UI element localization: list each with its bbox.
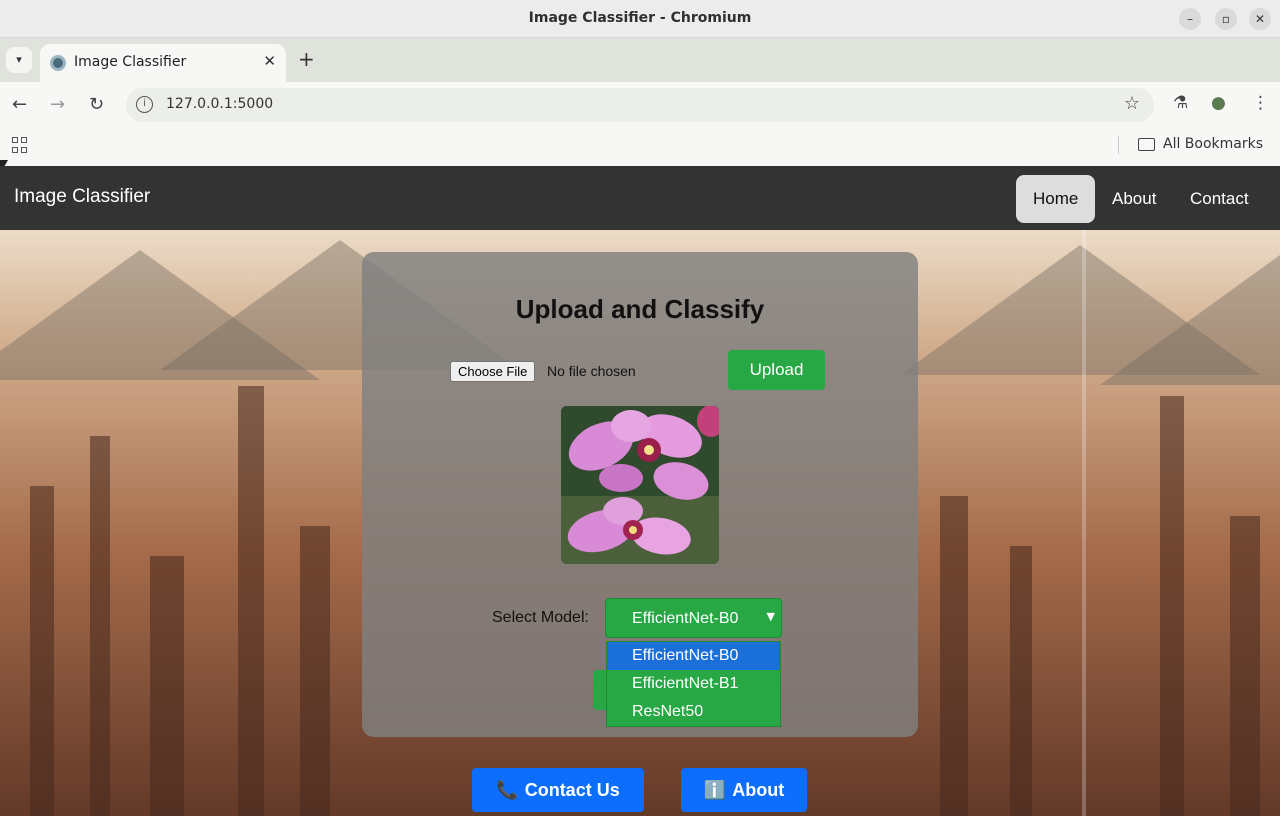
contact-us-button[interactable]: 📞 Contact Us [472,768,644,812]
url-text[interactable]: 127.0.0.1:5000 [166,96,273,112]
reload-icon[interactable]: ↻ [89,94,104,115]
favicon-icon [50,55,66,71]
window-titlebar: Image Classifier - Chromium – ▫ ✕ [0,0,1280,38]
upload-button[interactable]: Upload [728,350,825,390]
site-brand[interactable]: Image Classifier [14,186,150,208]
phone-icon: 📞 [496,780,519,800]
tab-close-icon[interactable]: ✕ [263,52,276,70]
all-bookmarks-link[interactable]: All Bookmarks [1163,136,1263,152]
file-status-text: No file chosen [547,363,636,379]
nav-contact[interactable]: Contact [1173,175,1266,223]
card-heading: Upload and Classify [515,294,765,324]
upload-card: Upload and Classify Choose File No file … [362,252,918,737]
profile-icon[interactable]: ● [1211,93,1226,113]
model-option[interactable]: EfficientNet-B1 [607,670,780,698]
forward-icon[interactable]: → [50,94,65,115]
tab-image-classifier[interactable]: Image Classifier ✕ [40,44,286,82]
new-tab-icon[interactable]: + [298,47,315,71]
orchid-image [561,406,719,564]
folder-icon [1138,138,1155,151]
tab-strip: ▾ Image Classifier ✕ + [0,38,1280,82]
bookmarks-divider [1118,136,1119,154]
info-icon: ℹ️ [703,780,727,800]
contact-us-label: Contact Us [524,780,620,800]
window-title: Image Classifier - Chromium [528,10,752,26]
tab-title: Image Classifier [74,54,187,70]
model-dropdown-list: EfficientNet-B0 EfficientNet-B1 ResNet50 [606,641,781,727]
bookmark-star-icon[interactable]: ☆ [1124,93,1140,114]
bookmarks-bar: All Bookmarks [0,128,1280,166]
model-select[interactable]: EfficientNet-B0 ▼ [605,598,782,638]
nav-home[interactable]: Home [1016,175,1096,223]
about-button[interactable]: ℹ️ About [681,768,807,812]
classify-button-partial[interactable] [593,670,607,710]
site-info-icon[interactable]: i [136,96,153,113]
select-model-label: Select Model: [492,609,589,626]
chevron-down-icon: ▼ [766,610,775,623]
page-viewport: Image Classifier Home About Contact Uplo… [0,166,1280,816]
minimize-icon[interactable]: – [1179,8,1201,30]
apps-grid-icon[interactable] [12,137,28,153]
site-navbar: Image Classifier Home About Contact [0,166,1280,230]
tab-search-chevron-icon[interactable]: ▾ [6,47,32,73]
choose-file-button[interactable]: Choose File [450,361,536,382]
uploaded-image-preview [561,406,719,564]
about-label: About [732,780,785,800]
maximize-icon[interactable]: ▫ [1215,8,1237,30]
nav-about[interactable]: About [1095,175,1173,223]
menu-icon[interactable]: ⋮ [1252,93,1269,113]
model-option[interactable]: ResNet50 [607,698,780,726]
model-select-value: EfficientNet-B0 [632,610,739,627]
address-bar[interactable]: i 127.0.0.1:5000 ☆ [126,88,1154,122]
labs-icon[interactable]: ⚗ [1173,93,1188,113]
model-option[interactable]: EfficientNet-B0 [607,642,780,670]
close-window-icon[interactable]: ✕ [1249,8,1271,30]
back-icon[interactable]: ← [12,94,27,115]
browser-toolbar: ← → ↻ i 127.0.0.1:5000 ☆ ⚗ ● ⋮ [0,82,1280,128]
